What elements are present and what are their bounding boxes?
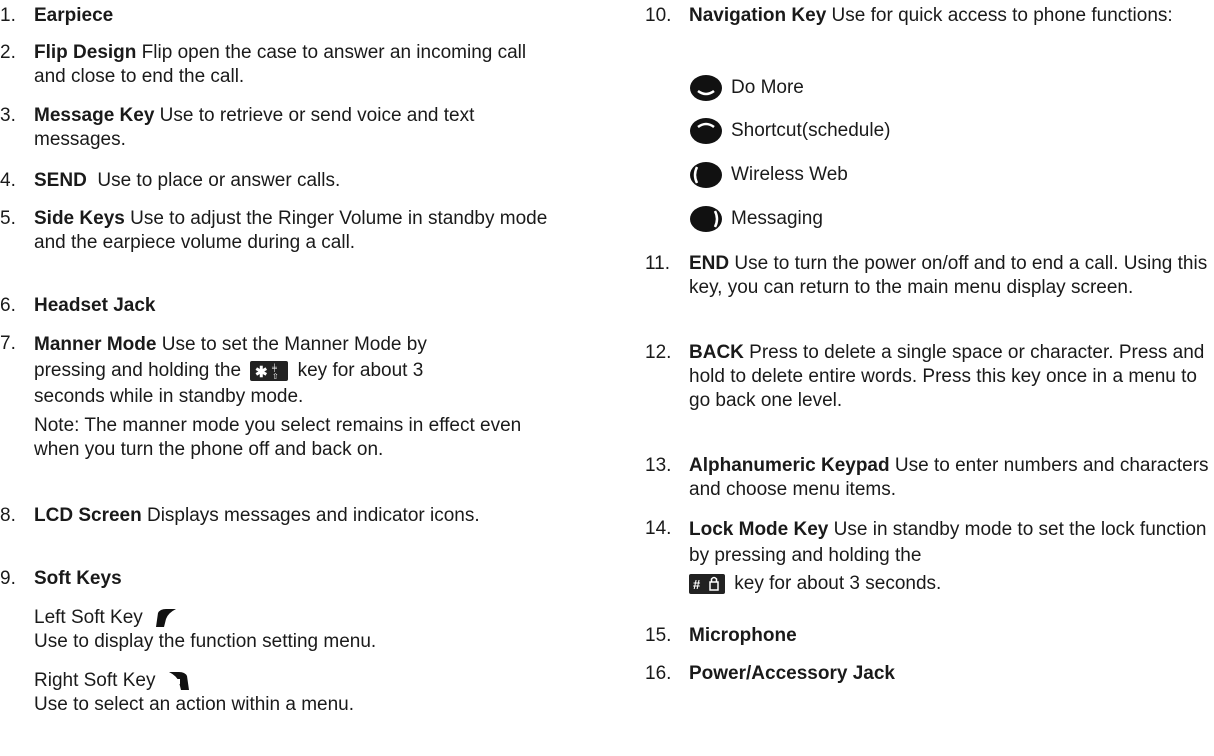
item-number: 1. xyxy=(0,5,16,26)
item-number: 8. xyxy=(0,505,16,526)
item-number: 2. xyxy=(0,42,16,63)
item-number: 15. xyxy=(645,625,672,646)
item-title: Power/Accessory Jack xyxy=(689,663,895,684)
item-number: 16. xyxy=(645,663,672,684)
item-title: Manner Mode xyxy=(34,334,157,355)
item-title: Soft Keys xyxy=(34,568,122,589)
nav-option-label: Do More xyxy=(731,77,804,98)
nav-left-icon xyxy=(690,162,722,188)
nav-option-label: Wireless Web xyxy=(731,164,848,185)
item-title: END xyxy=(689,253,730,274)
right-soft-key-label: Right Soft Key xyxy=(34,670,156,691)
nav-option: Do More xyxy=(689,73,804,103)
item-title: Headset Jack xyxy=(34,295,156,316)
left-soft-key-desc: Use to display the function setting menu… xyxy=(34,631,377,652)
right-soft-key-desc: Use to select an action within a menu. xyxy=(34,694,355,715)
svg-text:✱: ✱ xyxy=(255,364,268,381)
nav-up-icon xyxy=(690,118,722,144)
nav-option-label: Shortcut(schedule) xyxy=(731,120,891,141)
item-number: 3. xyxy=(0,105,16,126)
right-soft-key-icon xyxy=(168,671,189,690)
left-soft-key-label: Left Soft Key xyxy=(34,607,143,628)
item-number: 11. xyxy=(645,253,671,274)
svg-text:#: # xyxy=(693,577,701,592)
item-title: Message Key xyxy=(34,105,155,126)
nav-option-label: Messaging xyxy=(731,208,823,229)
item-number: 7. xyxy=(0,333,16,354)
item-desc: Use to turn the power on/off and to end … xyxy=(689,253,1208,298)
item-title: SEND xyxy=(34,170,87,191)
item-desc-part: key for about 3 seconds. xyxy=(729,573,942,594)
item-number: 9. xyxy=(0,568,16,589)
item-desc: Press to delete a single space or charac… xyxy=(689,342,1205,411)
item-number: 6. xyxy=(0,295,16,316)
item-desc: Displays messages and indicator icons. xyxy=(141,505,480,526)
pound-lock-key-icon: # xyxy=(689,573,725,594)
nav-right-icon xyxy=(690,206,722,232)
item-title: Side Keys xyxy=(34,208,125,229)
svg-text:⇧: ⇧ xyxy=(272,372,279,381)
item-title: Microphone xyxy=(689,625,797,646)
item-desc-part: seconds while in standby mode. xyxy=(34,386,304,407)
item-number: 12. xyxy=(645,342,672,363)
item-title: LCD Screen xyxy=(34,505,142,526)
left-soft-key-icon xyxy=(156,608,177,627)
nav-option: Shortcut(schedule) xyxy=(689,116,890,146)
nav-option: Wireless Web xyxy=(689,160,848,190)
item-desc: Use for quick access to phone functions: xyxy=(826,5,1173,26)
item-number: 5. xyxy=(0,208,16,229)
item-desc-part: pressing and holding the xyxy=(34,360,242,381)
item-desc: Use to set the Manner Mode by xyxy=(156,334,427,355)
item-number: 4. xyxy=(0,170,16,191)
nav-down-icon xyxy=(690,75,722,101)
item-desc-part: key for about 3 xyxy=(292,360,424,381)
item-number: 13. xyxy=(645,455,672,476)
item-title: Lock Mode Key xyxy=(689,519,829,540)
star-vibrate-key-icon: ✱ ╪ ⇧ xyxy=(250,360,289,381)
item-title: Earpiece xyxy=(34,5,114,26)
item-number: 10. xyxy=(645,5,672,26)
item-title: Flip Design xyxy=(34,42,137,63)
nav-option: Messaging xyxy=(689,204,823,234)
item-desc: Use to place or answer calls. xyxy=(86,170,341,191)
item-title: BACK xyxy=(689,342,744,363)
item-title: Alphanumeric Keypad xyxy=(689,455,890,476)
item-title: Navigation Key xyxy=(689,5,827,26)
item-number: 14. xyxy=(645,518,672,539)
